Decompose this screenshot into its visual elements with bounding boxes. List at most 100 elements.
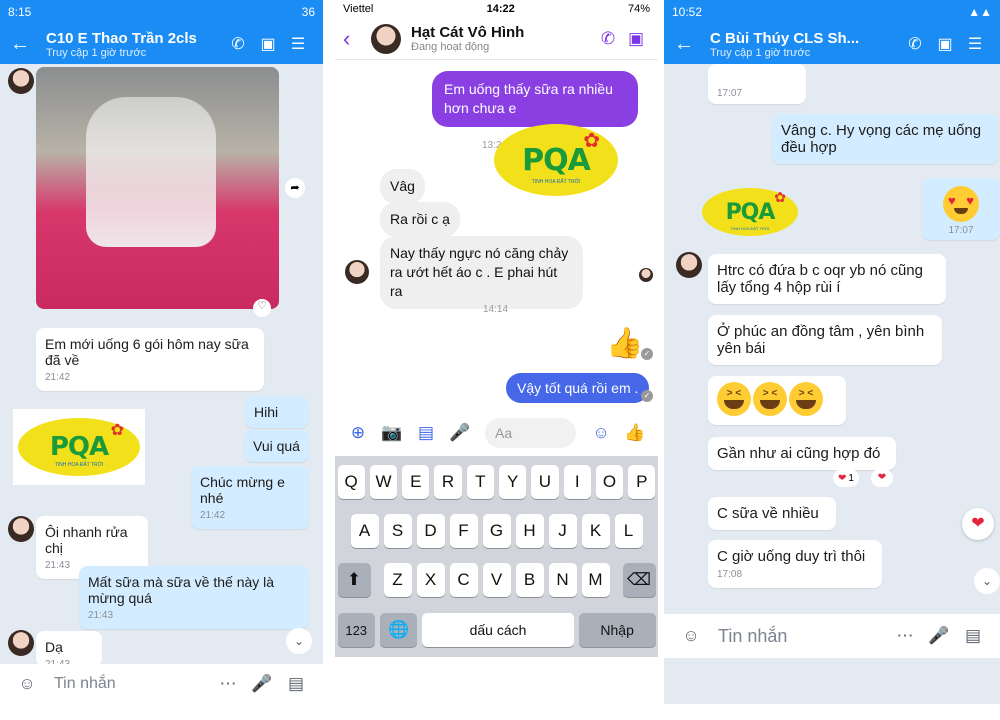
key-d[interactable]: D [416,514,445,548]
message-bubble[interactable]: Nay thấy ngực nó căng chảy ra ướt hết áo… [380,236,583,309]
message-bubble[interactable]: Hihi [245,396,309,428]
emoji-icon[interactable]: ☺ [584,423,618,443]
message-bubble[interactable]: Ở phúc an đồng tâm , yên bình yên bái [708,315,942,365]
key-w[interactable]: W [369,465,398,499]
key-q[interactable]: Q [337,465,365,499]
key-e[interactable]: E [402,465,430,499]
message-text: Vậy tốt quá rồi em . [517,380,639,396]
video-icon[interactable]: ▣ [253,34,283,54]
key-r[interactable]: R [434,465,462,499]
heart-react-icon[interactable]: ♡ [253,299,271,317]
message-input[interactable]: Aa [485,418,576,448]
composer-toolbar: ⊕ 📷 ▤ 🎤 Aa ☺ 👍 [335,414,658,452]
key-v[interactable]: V [482,563,511,597]
message-bubble[interactable]: Dạ 21:43 [36,631,102,670]
message-bubble[interactable]: Vậy tốt quá rồi em . [506,373,650,403]
message-bubble[interactable]: Htrc có đứa b c oqr yb nó cũng lấy tổng … [708,254,946,304]
share-icon[interactable]: ➦ [285,178,305,198]
message-bubble[interactable]: Ra rồi c ạ [380,202,460,237]
avatar[interactable] [345,260,369,284]
reaction-badge[interactable]: ❤ 1 [833,469,859,487]
key-h[interactable]: H [515,514,544,548]
message-text: C giờ uống duy trì thôi [717,548,866,565]
menu-list-icon[interactable]: ☰ [960,34,990,54]
message-bubble[interactable]: 17:07 [708,64,806,104]
key-n[interactable]: N [548,563,577,597]
microphone-icon[interactable]: 🎤 [245,674,279,694]
message-bubble[interactable]: Vâg [380,169,425,204]
message-bubble[interactable]: Em uống thấy sữa ra nhiều hơn chưa e [432,71,638,127]
microphone-icon[interactable]: 🎤 [443,423,477,443]
phone-icon[interactable]: ✆ [223,34,253,54]
avatar[interactable] [371,23,401,54]
key-a[interactable]: A [350,514,379,548]
numbers-key[interactable]: 123 [337,613,375,647]
enter-key[interactable]: Nhập [578,613,656,647]
message-bubble[interactable]: C sữa về nhiều [708,497,836,530]
avatar[interactable] [8,516,34,542]
key-l[interactable]: L [614,514,643,548]
plus-icon[interactable]: ⊕ [341,423,375,443]
heart-react-icon[interactable]: ❤ [962,508,994,540]
back-arrow-icon[interactable]: ← [674,33,702,56]
key-b[interactable]: B [515,563,544,597]
message-bubble[interactable]: Em mới uống 6 gói hôm nay sữa đã về 21:4… [36,328,264,391]
key-j[interactable]: J [548,514,577,548]
key-z[interactable]: Z [383,563,412,597]
avatar[interactable] [8,630,34,656]
key-f[interactable]: F [449,514,478,548]
phone-icon[interactable]: ✆ [594,29,622,49]
key-c[interactable]: C [449,563,478,597]
video-icon[interactable]: ▣ [622,29,650,49]
scroll-down-icon[interactable]: ⌄ [974,568,1000,594]
message-bubble[interactable]: Gần như ai cũng hợp đó [708,437,896,470]
backspace-key[interactable]: ⌫ [622,563,656,597]
avatar[interactable] [8,68,34,94]
sticker-icon[interactable]: ☺ [10,674,44,694]
photo-message[interactable]: ♡ [36,67,279,317]
message-bubble[interactable]: Vui quá [244,430,309,462]
message-bubble[interactable] [708,376,846,425]
image-icon[interactable]: ▤ [279,674,313,694]
like-icon[interactable]: 👍 [618,423,652,443]
shift-key[interactable]: ⬆ [337,563,371,597]
key-y[interactable]: Y [499,465,527,499]
key-g[interactable]: G [482,514,511,548]
more-icon[interactable]: ⋯ [211,674,245,694]
message-bubble[interactable]: Mất sữa mà sữa về thế này là mừng quá 21… [79,566,309,629]
seen-check-icon: ✓ [641,390,653,402]
key-k[interactable]: K [581,514,610,548]
message-bubble[interactable]: Vâng c. Hy vọng các mẹ uống đều hợp [772,114,998,164]
back-chevron-icon[interactable]: ‹ [343,26,365,52]
image-icon[interactable]: ▤ [956,626,990,646]
avatar[interactable] [676,252,702,278]
message-input[interactable]: Tin nhắn [718,626,888,647]
message-bubble[interactable]: C giờ uống duy trì thôi 17:08 [708,540,882,588]
key-s[interactable]: S [383,514,412,548]
menu-list-icon[interactable]: ☰ [283,34,313,54]
battery-indicator: 74% [627,3,650,15]
scroll-down-icon[interactable]: ⌄ [286,628,312,654]
microphone-icon[interactable]: 🎤 [922,626,956,646]
gallery-icon[interactable]: ▤ [409,423,443,443]
key-u[interactable]: U [531,465,559,499]
camera-icon[interactable]: 📷 [375,423,409,443]
key-o[interactable]: O [595,465,624,499]
message-bubble[interactable]: Chúc mừng e nhé 21:42 [191,466,309,529]
key-t[interactable]: T [466,465,494,499]
message-input[interactable]: Tin nhắn [54,675,211,693]
message-time: 21:42 [45,372,71,383]
heart-react-icon[interactable]: ❤ [871,469,893,487]
video-icon[interactable]: ▣ [930,34,960,54]
back-arrow-icon[interactable]: ← [10,33,38,56]
more-icon[interactable]: ⋯ [888,626,922,646]
key-m[interactable]: M [581,563,610,597]
key-p[interactable]: P [628,465,656,499]
sticker-icon[interactable]: ☺ [674,626,708,646]
key-i[interactable]: I [563,465,591,499]
space-key[interactable]: dấu cách [422,613,574,647]
key-x[interactable]: X [416,563,445,597]
globe-key[interactable]: 🌐 [379,613,418,647]
message-bubble[interactable]: ♥ ♥ 17:07 [922,178,1000,240]
phone-icon[interactable]: ✆ [900,34,930,54]
